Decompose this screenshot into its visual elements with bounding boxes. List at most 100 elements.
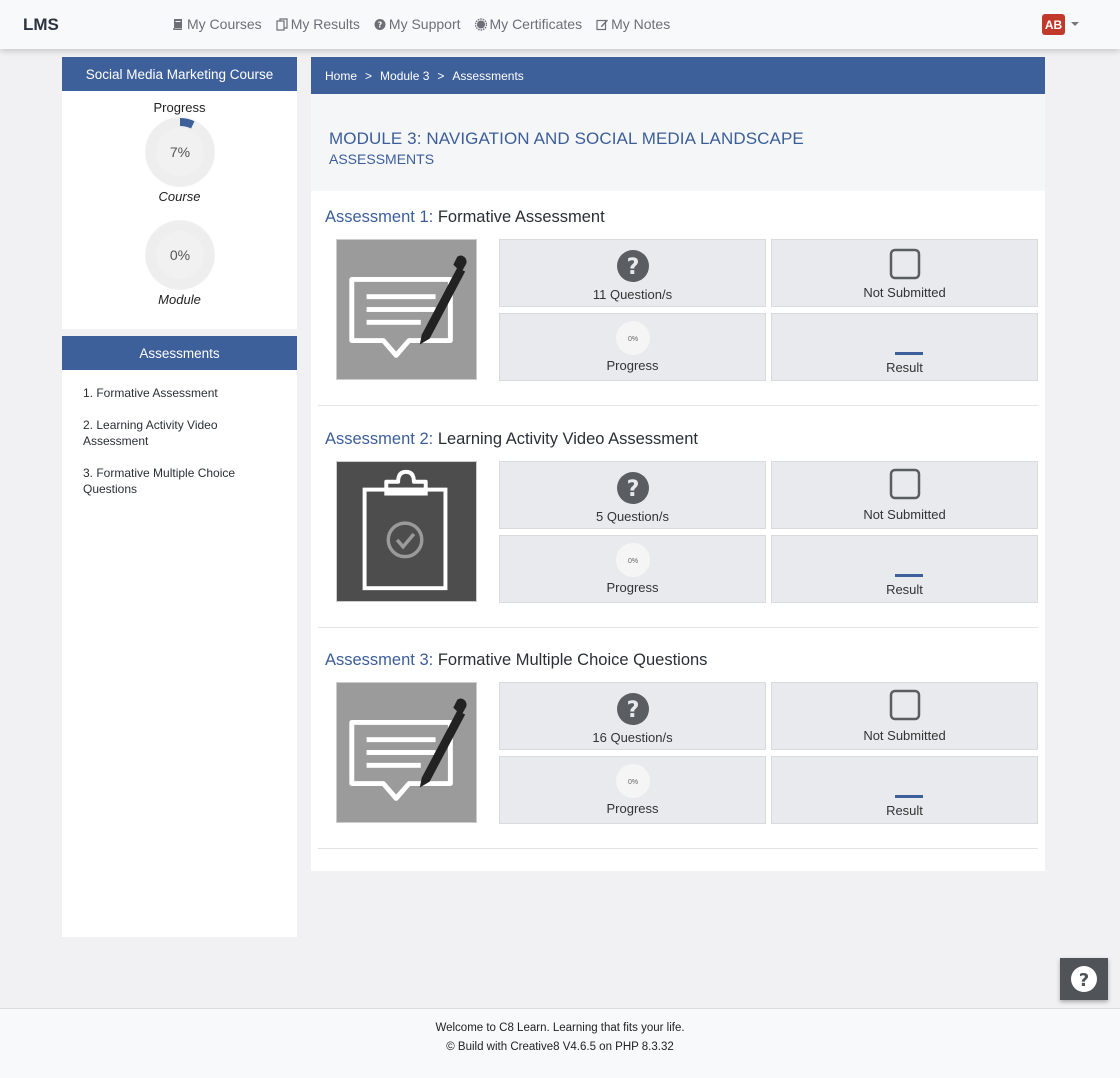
footer-tagline: Welcome to C8 Learn. Learning that fits … — [435, 1022, 685, 1034]
result-tile: Result — [771, 756, 1038, 824]
nav-my-support[interactable]: ? My Support — [374, 16, 461, 32]
edit-icon — [596, 19, 609, 30]
breadcrumb-current: Assessments — [452, 68, 524, 83]
progress-mini-ring: 0% — [616, 764, 650, 798]
divider — [318, 405, 1038, 406]
nav-label: My Certificates — [489, 16, 583, 32]
question-circle-icon: ? — [1071, 966, 1097, 992]
top-navbar: LMS My Courses My Results ? My Support M… — [0, 0, 1120, 49]
course-progress-card: Social Media Marketing Course Progress 7… — [62, 57, 297, 329]
submission-status: Not Submitted — [863, 285, 946, 300]
assessment-number: Assessment 1: — [325, 208, 434, 226]
module-header: MODULE 3: NAVIGATION AND SOCIAL MEDIA LA… — [311, 94, 1045, 191]
status-tile: Not Submitted — [771, 239, 1038, 307]
course-progress-value: 7% — [170, 144, 190, 160]
breadcrumb-separator: > — [437, 68, 445, 83]
question-count: 16 Question/s — [592, 730, 673, 745]
submission-status: Not Submitted — [863, 507, 946, 522]
certificate-icon — [474, 17, 487, 31]
question-circle-icon: ? — [617, 472, 649, 504]
breadcrumb: Home > Module 3 > Assessments — [311, 57, 1045, 94]
svg-text:?: ? — [627, 477, 640, 502]
result-placeholder-line — [895, 352, 923, 355]
nav-my-notes[interactable]: My Notes — [596, 16, 670, 32]
nav-my-courses[interactable]: My Courses — [172, 16, 262, 32]
result-label: Result — [886, 803, 923, 818]
brand-logo[interactable]: LMS — [23, 15, 59, 35]
chevron-down-icon[interactable] — [1071, 22, 1079, 26]
result-label: Result — [886, 360, 923, 375]
questions-tile: ? 5 Question/s — [499, 461, 766, 529]
questions-tile: ? 11 Question/s — [499, 239, 766, 307]
result-tile: Result — [771, 535, 1038, 603]
breadcrumb-module[interactable]: Module 3 — [380, 69, 429, 83]
result-placeholder-line — [895, 574, 923, 577]
assessment-name: Learning Activity Video Assessment — [437, 430, 698, 448]
checkbox-empty-icon — [889, 468, 921, 500]
sidebar-item-assessment-2[interactable]: 2. Learning Activity Video Assessment — [83, 417, 277, 449]
progress-tile: 0% Progress — [499, 535, 766, 603]
page-title: MODULE 3: NAVIGATION AND SOCIAL MEDIA LA… — [329, 129, 804, 148]
pencil-paper-icon[interactable] — [336, 682, 477, 823]
assessment-title[interactable]: Assessment 3: Formative Multiple Choice … — [325, 651, 707, 670]
progress-mini-ring: 0% — [616, 321, 650, 355]
sidebar-item-assessment-3[interactable]: 3. Formative Multiple Choice Questions — [83, 465, 277, 497]
svg-text:?: ? — [1079, 970, 1089, 991]
svg-text:?: ? — [378, 20, 383, 29]
user-avatar[interactable]: AB — [1042, 14, 1065, 35]
assessments-list: 1. Formative Assessment 2. Learning Acti… — [62, 385, 297, 497]
course-progress-arc — [179, 118, 195, 129]
assessment-card-3: Assessment 3: Formative Multiple Choice … — [311, 634, 1045, 855]
help-button[interactable]: ? — [1060, 958, 1108, 1000]
files-icon — [276, 17, 288, 31]
assessments-card: Assessments 1. Formative Assessment 2. L… — [62, 336, 297, 937]
progress-tile: 0% Progress — [499, 313, 766, 381]
nav-label: My Results — [290, 16, 360, 32]
assessments-panel: Assessment 1: Formative Assessment ? 11 … — [311, 191, 1045, 871]
course-progress-label: Course — [158, 189, 201, 204]
question-circle-icon: ? — [374, 18, 386, 30]
course-title: Social Media Marketing Course — [62, 57, 297, 91]
divider — [318, 627, 1038, 628]
progress-label: Progress — [606, 358, 659, 373]
progress-tile: 0% Progress — [499, 756, 766, 824]
status-tile: Not Submitted — [771, 682, 1038, 750]
question-circle-icon: ? — [617, 250, 649, 282]
sidebar-item-assessment-1[interactable]: 1. Formative Assessment — [83, 385, 277, 401]
module-progress-ring: 0% — [145, 220, 215, 290]
footer: Welcome to C8 Learn. Learning that fits … — [0, 1008, 1120, 1078]
assessment-title[interactable]: Assessment 1: Formative Assessment — [325, 208, 605, 227]
question-count: 5 Question/s — [596, 509, 669, 524]
progress-mini-ring: 0% — [616, 543, 650, 577]
book-icon — [173, 18, 182, 30]
progress-label: Progress — [606, 801, 659, 816]
nav-my-certificates[interactable]: My Certificates — [474, 16, 583, 32]
footer-build-info: © Build with Creative8 V4.6.5 on PHP 8.3… — [446, 1041, 674, 1053]
pencil-paper-icon[interactable] — [336, 239, 477, 380]
status-tile: Not Submitted — [771, 461, 1038, 529]
course-progress-ring: 7% — [145, 117, 215, 187]
result-tile: Result — [771, 313, 1038, 381]
questions-tile: ? 16 Question/s — [499, 682, 766, 750]
assessments-header: Assessments — [62, 336, 297, 370]
assessment-card-1: Assessment 1: Formative Assessment ? 11 … — [311, 191, 1045, 412]
nav-my-results[interactable]: My Results — [276, 16, 360, 32]
breadcrumb-separator: > — [365, 68, 373, 83]
module-progress-label: Module — [158, 292, 201, 307]
assessment-name: Formative Multiple Choice Questions — [437, 651, 708, 669]
clipboard-check-icon[interactable] — [336, 461, 477, 602]
page-subtitle: ASSESSMENTS — [329, 151, 435, 167]
nav-label: My Courses — [187, 16, 262, 32]
progress-percent: 0% — [628, 779, 638, 786]
submission-status: Not Submitted — [863, 728, 946, 743]
svg-text:?: ? — [627, 698, 640, 723]
progress-percent: 0% — [628, 336, 638, 343]
module-progress-value: 0% — [170, 247, 190, 263]
main-nav: My Courses My Results ? My Support My Ce… — [172, 16, 684, 32]
breadcrumb-home[interactable]: Home — [325, 69, 357, 83]
assessment-name: Formative Assessment — [437, 208, 605, 226]
result-placeholder-line — [895, 795, 923, 798]
divider — [318, 848, 1038, 849]
assessment-title[interactable]: Assessment 2: Learning Activity Video As… — [325, 430, 698, 449]
progress-percent: 0% — [628, 558, 638, 565]
